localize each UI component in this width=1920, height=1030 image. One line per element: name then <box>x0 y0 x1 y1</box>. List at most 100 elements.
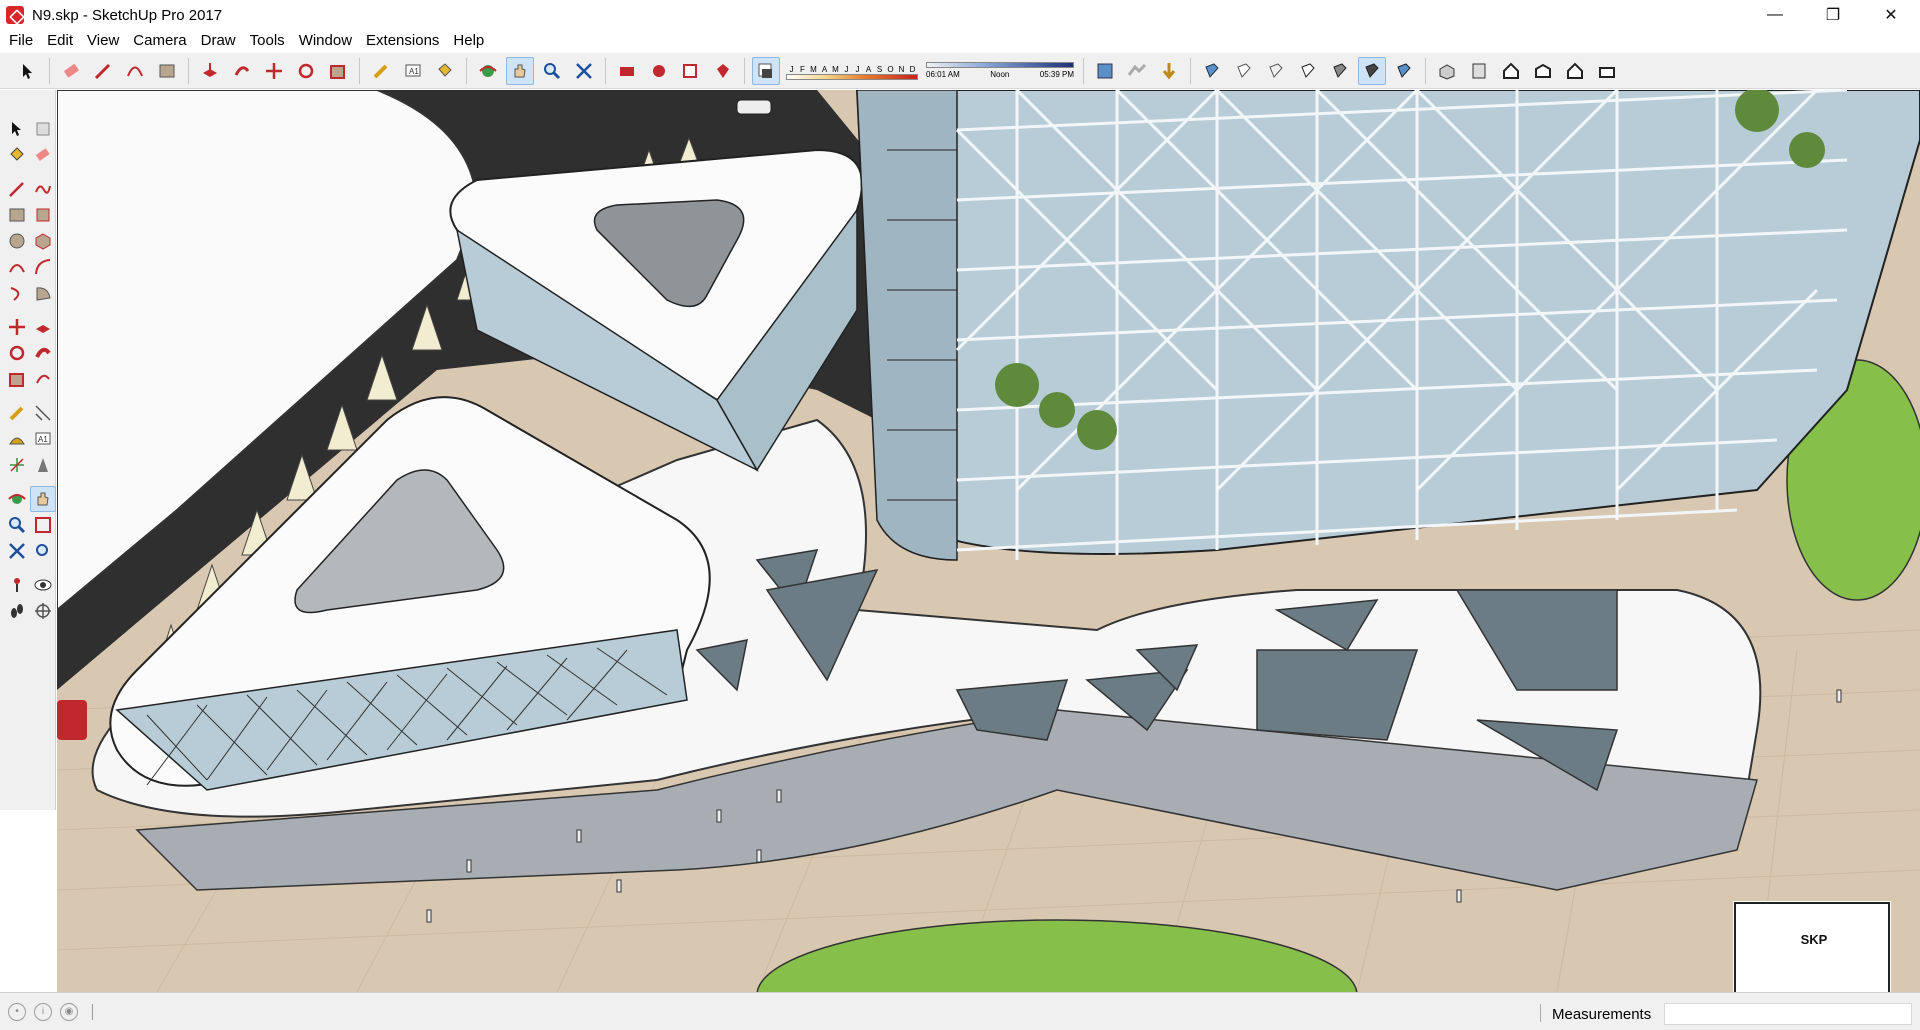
front-view-icon[interactable] <box>1497 57 1525 85</box>
rectangle-tool-icon[interactable] <box>153 57 181 85</box>
rotate-icon[interactable] <box>4 340 30 366</box>
push-pull-tool-icon[interactable] <box>196 57 224 85</box>
menu-extensions[interactable]: Extensions <box>359 30 446 52</box>
zoom-extents-tool-icon[interactable] <box>570 57 598 85</box>
rotate-tool-icon[interactable] <box>292 57 320 85</box>
select-tool-icon[interactable] <box>14 57 42 85</box>
top-view-icon[interactable] <box>1465 57 1493 85</box>
shadows-toggle-icon[interactable] <box>752 56 780 85</box>
month-label: A <box>865 64 872 74</box>
tape-measure-icon[interactable] <box>4 400 30 426</box>
shadow-date-slider[interactable]: J F M A M J J A S O N D <box>786 56 918 86</box>
shaded-style-icon[interactable] <box>1326 57 1354 85</box>
menu-camera[interactable]: Camera <box>126 30 193 52</box>
3d-text-icon[interactable] <box>30 452 56 478</box>
extension-manager-icon[interactable] <box>709 57 737 85</box>
menu-edit[interactable]: Edit <box>40 30 80 52</box>
rotated-rectangle-icon[interactable] <box>30 202 56 228</box>
previous-view-icon[interactable] <box>30 538 56 564</box>
look-around-icon[interactable] <box>30 572 56 598</box>
measurements-input[interactable] <box>1664 1003 1912 1025</box>
svg-text:A1: A1 <box>38 435 48 444</box>
3d-warehouse-icon[interactable] <box>613 57 641 85</box>
right-view-icon[interactable] <box>1529 57 1557 85</box>
geolocation-icon[interactable]: • <box>8 1002 26 1021</box>
user-account-icon[interactable]: ◉ <box>60 1002 78 1021</box>
orbit-tool-icon[interactable] <box>474 57 502 85</box>
eraser-icon[interactable] <box>30 142 56 168</box>
orbit-icon[interactable] <box>4 486 30 512</box>
zoom-window-icon[interactable] <box>30 512 56 538</box>
arc-icon[interactable] <box>4 254 30 280</box>
make-component-icon[interactable] <box>30 116 56 142</box>
xray-style-icon[interactable] <box>1198 57 1226 85</box>
walk-icon[interactable] <box>4 598 30 624</box>
section-plane-icon[interactable] <box>30 598 56 624</box>
text-icon[interactable]: A1 <box>30 426 56 452</box>
toggle-terrain-icon[interactable] <box>1123 57 1151 85</box>
menu-help[interactable]: Help <box>446 30 491 52</box>
follow-me-icon[interactable] <box>30 340 56 366</box>
two-point-arc-icon[interactable] <box>30 254 56 280</box>
text-tool-icon[interactable]: A1 <box>399 57 427 85</box>
shadow-time-slider[interactable]: 06:01 AM Noon 05:39 PM <box>926 56 1074 86</box>
add-location-icon[interactable] <box>1091 57 1119 85</box>
photo-textures-icon[interactable] <box>1155 57 1183 85</box>
tape-measure-tool-icon[interactable] <box>367 57 395 85</box>
select-icon[interactable] <box>4 116 30 142</box>
offset-icon[interactable] <box>30 366 56 392</box>
freehand-icon[interactable] <box>30 176 56 202</box>
menu-draw[interactable]: Draw <box>194 30 243 52</box>
time-start-label: 06:01 AM <box>926 70 960 79</box>
eraser-tool-icon[interactable] <box>57 57 85 85</box>
three-point-arc-icon[interactable] <box>4 280 30 306</box>
pie-icon[interactable] <box>30 280 56 306</box>
minimize-button[interactable]: — <box>1746 0 1804 30</box>
scale-icon[interactable] <box>4 366 30 392</box>
follow-me-tool-icon[interactable] <box>228 57 256 85</box>
menu-tools[interactable]: Tools <box>243 30 292 52</box>
maximize-button[interactable]: ❐ <box>1804 0 1862 30</box>
move-tool-icon[interactable] <box>260 57 288 85</box>
iso-view-icon[interactable] <box>1433 57 1461 85</box>
close-button[interactable]: ✕ <box>1862 0 1920 30</box>
month-label: N <box>898 64 905 74</box>
pan-tool-icon[interactable] <box>506 56 534 85</box>
left-view-icon[interactable] <box>1593 57 1621 85</box>
protractor-icon[interactable] <box>4 426 30 452</box>
position-camera-icon[interactable] <box>4 572 30 598</box>
dimension-icon[interactable] <box>30 400 56 426</box>
back-edges-style-icon[interactable] <box>1230 57 1258 85</box>
extension-warehouse-icon[interactable] <box>645 57 673 85</box>
move-icon[interactable] <box>4 314 30 340</box>
measurements-label: Measurements <box>1552 1006 1652 1023</box>
line-icon[interactable] <box>4 176 30 202</box>
menu-file[interactable]: File <box>2 30 40 52</box>
toolbar-divider <box>605 57 606 84</box>
paint-bucket-icon[interactable] <box>4 142 30 168</box>
polygon-icon[interactable] <box>30 228 56 254</box>
axes-icon[interactable] <box>4 452 30 478</box>
circle-icon[interactable] <box>4 228 30 254</box>
push-pull-icon[interactable] <box>30 314 56 340</box>
back-view-icon[interactable] <box>1561 57 1589 85</box>
rectangle-icon[interactable] <box>4 202 30 228</box>
paint-bucket-tool-icon[interactable] <box>431 57 459 85</box>
arc-tool-icon[interactable] <box>121 57 149 85</box>
zoom-extents-icon[interactable] <box>4 538 30 564</box>
shaded-textures-style-icon[interactable] <box>1358 56 1386 85</box>
monochrome-style-icon[interactable] <box>1390 57 1418 85</box>
hidden-line-style-icon[interactable] <box>1294 57 1322 85</box>
layout-send-icon[interactable] <box>677 57 705 85</box>
line-tool-icon[interactable] <box>89 57 117 85</box>
scale-tool-icon[interactable] <box>324 57 352 85</box>
pan-icon[interactable] <box>30 486 56 512</box>
model-viewport[interactable] <box>57 90 1920 992</box>
menu-view[interactable]: View <box>80 30 126 52</box>
credits-icon[interactable]: i <box>34 1002 52 1021</box>
menu-window[interactable]: Window <box>292 30 359 52</box>
skp-logo: SKP <box>1800 932 1828 947</box>
zoom-icon[interactable] <box>4 512 30 538</box>
wireframe-style-icon[interactable] <box>1262 57 1290 85</box>
zoom-tool-icon[interactable] <box>538 57 566 85</box>
